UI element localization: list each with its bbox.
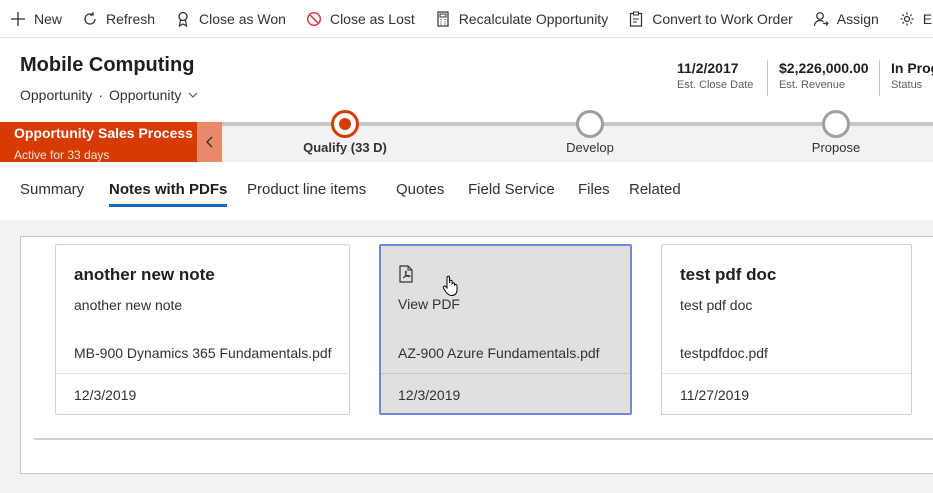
- process-duration: Active for 33 days: [14, 148, 110, 162]
- form-selector[interactable]: Opportunity · Opportunity: [20, 87, 199, 103]
- new-label: New: [34, 10, 63, 27]
- refresh-label: Refresh: [106, 10, 156, 27]
- process-name: Opportunity Sales Process: [14, 125, 193, 141]
- attachment-filename[interactable]: testpdfdoc.pdf: [680, 345, 768, 361]
- header-field-close-date: 11/2/2017 Est. Close Date: [677, 60, 753, 98]
- tab-quotes[interactable]: Quotes: [396, 181, 444, 204]
- card-divider: [56, 373, 349, 374]
- command-bar: New Refresh Close as Won Close as Lost R…: [0, 0, 933, 38]
- close-as-won-button[interactable]: Close as Won: [165, 0, 296, 37]
- header-field-revenue: $2,226,000.00 Est. Revenue: [779, 60, 869, 98]
- card-divider: [662, 373, 911, 374]
- gear-icon: [898, 10, 916, 28]
- note-card-selected[interactable]: View PDF AZ-900 Azure Fundamentals.pdf 1…: [379, 244, 632, 415]
- view-pdf-link[interactable]: View PDF: [398, 296, 460, 312]
- section-divider: [34, 438, 933, 440]
- business-process-flow: Opportunity Sales Process Active for 33 …: [0, 110, 933, 162]
- process-name-flyout[interactable]: Opportunity Sales Process Active for 33 …: [0, 122, 197, 162]
- tab-field-service[interactable]: Field Service: [468, 181, 555, 204]
- stage-label: Propose: [811, 140, 861, 155]
- stage-indicator: [822, 110, 850, 138]
- note-title: test pdf doc: [680, 265, 777, 284]
- close-date-label: Est. Close Date: [677, 79, 754, 91]
- recalculate-opportunity-label: Recalculate Opportunity: [458, 10, 609, 27]
- tab-product-line-items[interactable]: Product line items: [247, 181, 366, 204]
- prohibited-icon: [305, 10, 323, 28]
- tab-summary[interactable]: Summary: [20, 181, 84, 204]
- convert-to-work-order-label: Convert to Work Order: [652, 10, 793, 27]
- calculator-icon: [434, 10, 452, 28]
- overflow-command-button[interactable]: En: [889, 0, 933, 37]
- header-divider: [879, 60, 880, 96]
- ribbon-icon: [174, 10, 192, 28]
- note-date: 12/3/2019: [398, 387, 461, 403]
- note-date: 12/3/2019: [74, 387, 137, 403]
- status-label: Status: [891, 79, 923, 91]
- tab-files[interactable]: Files: [578, 181, 610, 204]
- process-collapse-button[interactable]: [197, 122, 222, 162]
- close-as-lost-label: Close as Lost: [329, 10, 415, 27]
- stage-develop[interactable]: Develop: [530, 110, 650, 155]
- entity-name: Opportunity: [20, 87, 93, 103]
- chevron-down-icon: [188, 92, 198, 98]
- clipboard-icon: [627, 10, 645, 28]
- revenue-label: Est. Revenue: [779, 79, 846, 91]
- stage-qualify[interactable]: Qualify (33 D): [285, 110, 405, 155]
- separator-dot: ·: [98, 87, 104, 103]
- recalculate-opportunity-button[interactable]: Recalculate Opportunity: [425, 0, 618, 37]
- stage-propose[interactable]: Propose: [776, 110, 896, 155]
- close-as-lost-button[interactable]: Close as Lost: [296, 0, 425, 37]
- attachment-filename[interactable]: MB-900 Dynamics 365 Fundamentals.pdf: [74, 345, 332, 361]
- stage-label: Qualify (33 D): [303, 140, 387, 155]
- header-divider: [767, 60, 768, 96]
- revenue-value: $2,226,000.00: [779, 60, 869, 76]
- tab-notes-with-pdfs[interactable]: Notes with PDFs: [109, 181, 228, 207]
- convert-to-work-order-button[interactable]: Convert to Work Order: [618, 0, 803, 37]
- refresh-icon: [81, 10, 99, 28]
- plus-icon: [9, 10, 27, 28]
- close-date-value: 11/2/2017: [677, 60, 739, 76]
- form-tabs: Summary Notes with PDFs Product line ite…: [0, 162, 933, 220]
- pdf-icon: [399, 265, 413, 283]
- tab-related[interactable]: Related: [629, 181, 681, 204]
- stage-indicator: [576, 110, 604, 138]
- header-field-status: In Prog Status: [891, 60, 933, 98]
- card-divider: [381, 373, 630, 374]
- person-icon: [812, 10, 830, 28]
- note-title: another new note: [74, 265, 215, 284]
- note-text: another new note: [74, 297, 183, 313]
- page-title: Mobile Computing: [20, 54, 195, 76]
- assign-label: Assign: [836, 10, 879, 27]
- note-card[interactable]: another new note another new note MB-900…: [55, 244, 350, 415]
- note-text: test pdf doc: [680, 297, 753, 313]
- chevron-left-icon: [205, 136, 212, 148]
- close-as-won-label: Close as Won: [199, 10, 286, 27]
- refresh-button[interactable]: Refresh: [72, 0, 165, 37]
- assign-button[interactable]: Assign: [803, 0, 889, 37]
- active-stage-indicator: [331, 110, 359, 138]
- new-button[interactable]: New: [0, 0, 72, 37]
- attachment-filename[interactable]: AZ-900 Azure Fundamentals.pdf: [398, 345, 600, 361]
- note-date: 11/27/2019: [680, 387, 750, 403]
- overflow-command-label: En: [922, 10, 933, 27]
- form-name: Opportunity: [109, 87, 182, 103]
- stage-label: Develop: [566, 140, 614, 155]
- note-card[interactable]: test pdf doc test pdf doc testpdfdoc.pdf…: [661, 244, 912, 415]
- status-value: In Prog: [891, 60, 933, 76]
